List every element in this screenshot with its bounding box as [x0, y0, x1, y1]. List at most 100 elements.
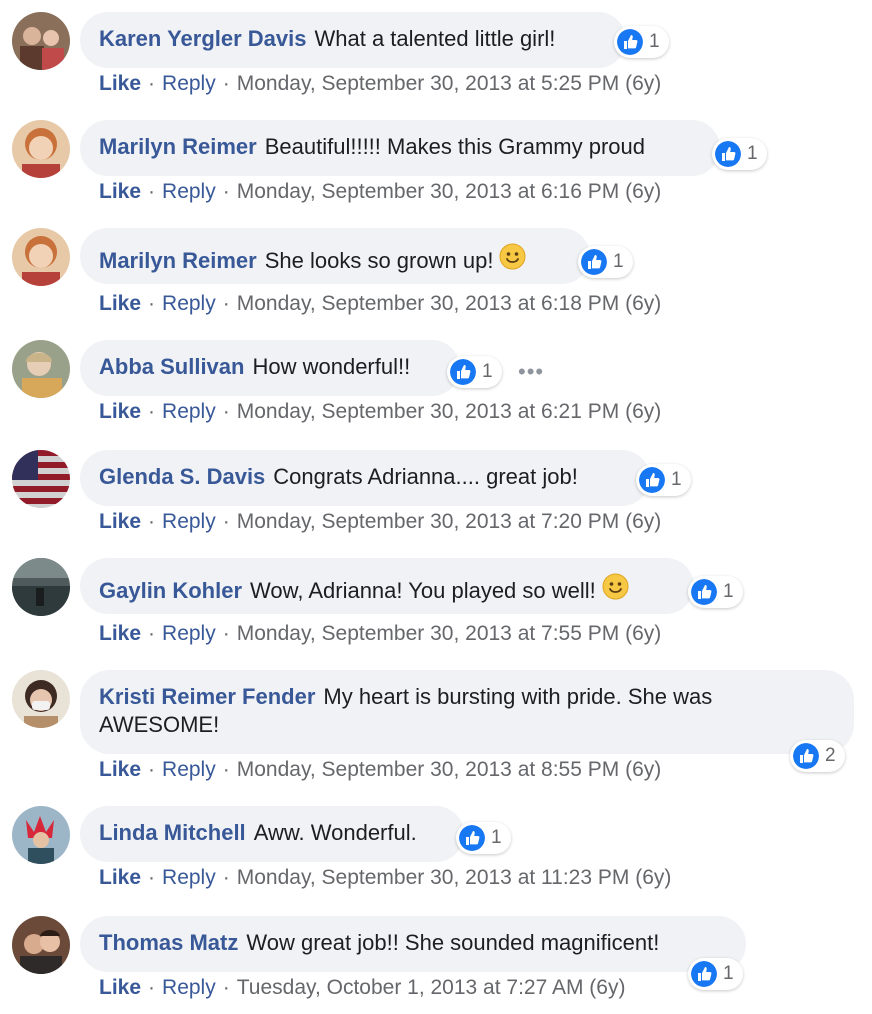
comment-author[interactable]: Glenda S. Davis	[99, 464, 265, 489]
comment-actions: Like · Reply · Monday, September 30, 2013 at…	[99, 398, 661, 426]
avatar[interactable]	[12, 120, 70, 178]
separator: ·	[148, 976, 156, 999]
comment-author[interactable]: Marilyn Reimer	[99, 134, 257, 159]
comment-timestamp[interactable]: Monday, September 30, 2013 at 6:16 PM (6…	[237, 180, 662, 203]
comment-timestamp[interactable]: Monday, September 30, 2013 at 6:18 PM (6…	[237, 292, 662, 315]
avatar[interactable]	[12, 558, 70, 616]
reaction-count-badge[interactable]: 1	[447, 356, 502, 388]
comment-bubble: Marilyn Reimer She looks so grown up!	[80, 228, 590, 284]
reply-link[interactable]: Reply	[162, 510, 216, 533]
reaction-count: 1	[649, 31, 660, 52]
avatar[interactable]	[12, 12, 70, 70]
like-link[interactable]: Like	[99, 758, 141, 781]
avatar[interactable]	[12, 670, 70, 728]
like-link[interactable]: Like	[99, 976, 141, 999]
comment-timestamp[interactable]: Monday, September 30, 2013 at 7:55 PM (6…	[237, 622, 662, 645]
like-link[interactable]: Like	[99, 292, 141, 315]
separator: ·	[222, 400, 230, 423]
comment-bubble: Marilyn Reimer Beautiful!!!!! Makes this …	[80, 120, 720, 176]
comment-bubble: Abba Sullivan How wonderful!!	[80, 340, 460, 396]
separator: ·	[222, 866, 230, 889]
like-reaction-icon	[793, 743, 819, 769]
like-link[interactable]: Like	[99, 866, 141, 889]
comment-author[interactable]: Gaylin Kohler	[99, 578, 242, 603]
comment-author[interactable]: Marilyn Reimer	[99, 248, 257, 273]
separator: ·	[222, 72, 230, 95]
like-reaction-icon	[617, 29, 643, 55]
comment-bubble: Kristi Reimer Fender My heart is bursting…	[80, 670, 854, 754]
like-reaction-icon	[715, 141, 741, 167]
comment-thread: Karen Yergler Davis What a talented littl…	[0, 0, 872, 1014]
reaction-count-badge[interactable]: 1	[456, 822, 511, 854]
reaction-count-badge[interactable]: 1	[688, 958, 743, 990]
avatar[interactable]	[12, 450, 70, 508]
comment-author[interactable]: Karen Yergler Davis	[99, 26, 307, 51]
comment-bubble: Karen Yergler Davis What a talented littl…	[80, 12, 626, 68]
separator: ·	[222, 510, 230, 533]
reply-link[interactable]: Reply	[162, 72, 216, 95]
reply-link[interactable]: Reply	[162, 180, 216, 203]
avatar[interactable]	[12, 806, 70, 864]
separator: ·	[222, 976, 230, 999]
reaction-count-badge[interactable]: 1	[688, 576, 743, 608]
reaction-count-badge[interactable]: 1	[712, 138, 767, 170]
reply-link[interactable]: Reply	[162, 976, 216, 999]
reply-link[interactable]: Reply	[162, 622, 216, 645]
reaction-count-badge[interactable]: 1	[614, 26, 669, 58]
comment-actions: Like · Reply · Monday, September 30, 2013 at…	[99, 508, 661, 536]
avatar[interactable]	[12, 340, 70, 398]
smiley-emoji	[499, 243, 526, 270]
reaction-count-badge[interactable]: 1	[578, 246, 633, 278]
reply-link[interactable]: Reply	[162, 866, 216, 889]
like-link[interactable]: Like	[99, 510, 141, 533]
reply-link[interactable]: Reply	[162, 400, 216, 423]
comment-text: Wow great job!! She sounded magnificent!	[246, 930, 660, 955]
separator: ·	[148, 758, 156, 781]
comment-actions: Like · Reply · Tuesday, October 1, 2013 at 7…	[99, 974, 625, 1002]
comment-bubble: Thomas Matz Wow great job!! She sounded m…	[80, 916, 746, 972]
separator: ·	[148, 400, 156, 423]
like-link[interactable]: Like	[99, 622, 141, 645]
reaction-count: 2	[825, 745, 836, 766]
reaction-count-badge[interactable]: 1	[636, 464, 691, 496]
comment-author[interactable]: Thomas Matz	[99, 930, 238, 955]
like-reaction-icon	[639, 467, 665, 493]
avatar[interactable]	[12, 228, 70, 286]
avatar[interactable]	[12, 916, 70, 974]
like-link[interactable]: Like	[99, 400, 141, 423]
comment-actions: Like · Reply · Monday, September 30, 2013 at…	[99, 620, 661, 648]
comment-text: Aww. Wonderful.	[253, 820, 417, 845]
comment-actions: Like · Reply · Monday, September 30, 2013 at…	[99, 756, 661, 784]
comment-timestamp[interactable]: Monday, September 30, 2013 at 11:23 PM (…	[237, 866, 672, 889]
reaction-count: 1	[482, 361, 493, 382]
comment-timestamp[interactable]: Monday, September 30, 2013 at 5:25 PM (6…	[237, 72, 662, 95]
comment-actions: Like · Reply · Monday, September 30, 2013 at…	[99, 864, 671, 892]
reaction-count: 1	[723, 581, 734, 602]
like-reaction-icon	[450, 359, 476, 385]
comment-bubble: Glenda S. Davis Congrats Adrianna.... gre…	[80, 450, 650, 506]
separator: ·	[148, 180, 156, 203]
comment-timestamp[interactable]: Monday, September 30, 2013 at 7:20 PM (6…	[237, 510, 662, 533]
comment-timestamp[interactable]: Monday, September 30, 2013 at 8:55 PM (6…	[237, 758, 662, 781]
comment-timestamp[interactable]: Tuesday, October 1, 2013 at 7:27 AM (6y)	[237, 976, 626, 999]
comment-timestamp[interactable]: Monday, September 30, 2013 at 6:21 PM (6…	[237, 400, 662, 423]
like-reaction-icon	[691, 579, 717, 605]
comment-author[interactable]: Abba Sullivan	[99, 354, 244, 379]
separator: ·	[148, 866, 156, 889]
comment-text: Congrats Adrianna.... great job!	[273, 464, 578, 489]
comment-bubble: Gaylin Kohler Wow, Adrianna! You played s…	[80, 558, 694, 614]
reaction-count: 1	[671, 469, 682, 490]
reply-link[interactable]: Reply	[162, 292, 216, 315]
comment-text: Beautiful!!!!! Makes this Grammy proud	[264, 134, 645, 159]
comment-actions: Like · Reply · Monday, September 30, 2013 at…	[99, 290, 661, 318]
like-link[interactable]: Like	[99, 72, 141, 95]
comment-author[interactable]: Linda Mitchell	[99, 820, 246, 845]
reply-link[interactable]: Reply	[162, 758, 216, 781]
ellipsis-icon[interactable]: •••	[518, 361, 544, 383]
separator: ·	[148, 622, 156, 645]
like-reaction-icon	[459, 825, 485, 851]
like-link[interactable]: Like	[99, 180, 141, 203]
reaction-count-badge[interactable]: 2	[790, 740, 845, 772]
comment-author[interactable]: Kristi Reimer Fender	[99, 684, 315, 709]
comment-actions: Like · Reply · Monday, September 30, 2013 at…	[99, 178, 661, 206]
